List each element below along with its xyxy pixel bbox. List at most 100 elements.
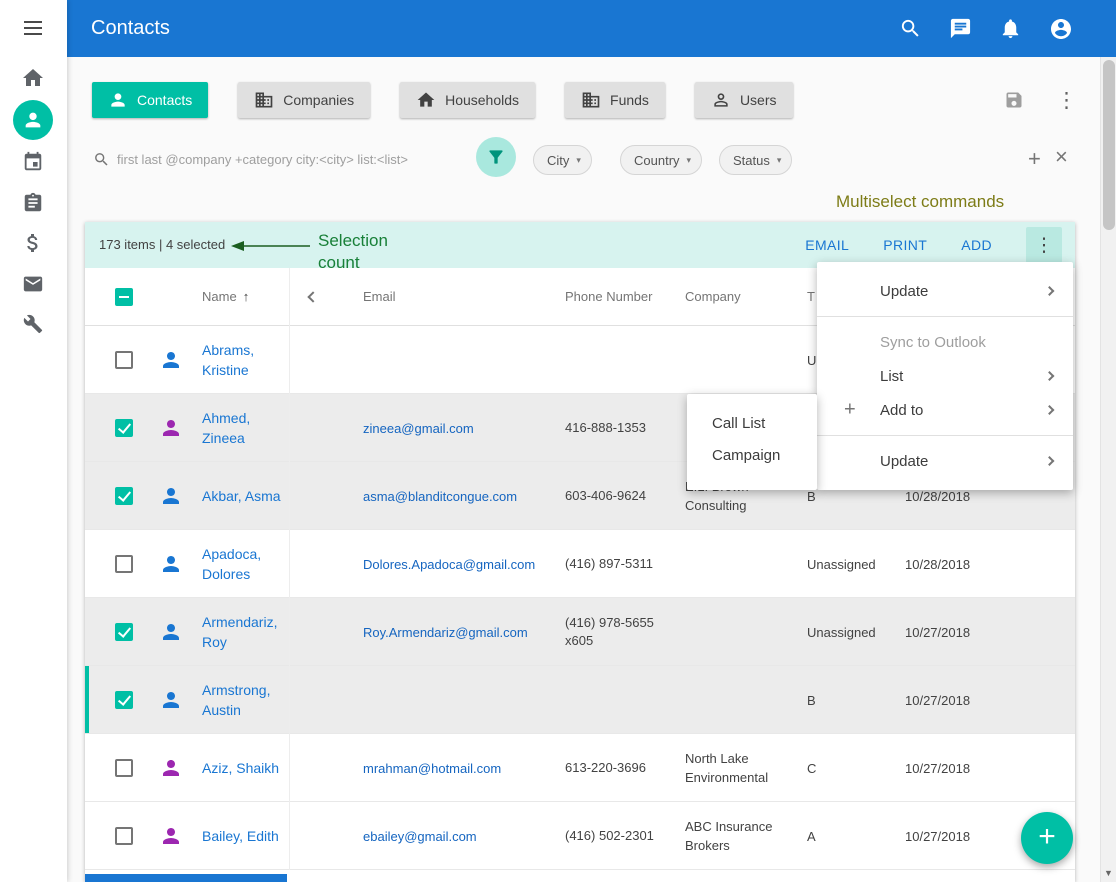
add-to-submenu: Call List Campaign <box>687 394 817 490</box>
contact-category: B <box>807 666 902 734</box>
topbar: Contacts <box>67 0 1116 57</box>
email-button[interactable]: EMAIL <box>805 237 849 253</box>
table-row[interactable]: Apadoca,Dolores Dolores.Apadoca@gmail.co… <box>85 530 1075 598</box>
chevron-right-icon <box>1045 371 1055 381</box>
contact-email: asma@blanditcongue.com <box>363 462 558 530</box>
collapse-columns-icon[interactable] <box>307 291 318 302</box>
row-checkbox[interactable] <box>115 351 133 369</box>
annotation-multiselect-commands: Multiselect commands <box>836 192 1004 212</box>
contact-company: North LakeEnvironmental <box>685 734 797 802</box>
tab-funds[interactable]: Funds <box>565 82 665 118</box>
row-checkbox[interactable] <box>115 759 133 777</box>
contact-date: 10/27/2018 <box>905 802 1005 870</box>
contact-name-link[interactable]: Ahmed,Zineea <box>202 394 297 462</box>
money-icon[interactable] <box>21 231 45 255</box>
calendar-icon[interactable] <box>22 151 44 173</box>
more-options-icon[interactable]: ⋮ <box>1056 90 1077 111</box>
contact-email: mrahman@hotmail.com <box>363 734 558 802</box>
menu-item-update[interactable]: Update <box>817 444 1073 478</box>
add-filter-icon[interactable]: + <box>1028 146 1041 172</box>
print-button[interactable]: PRINT <box>883 237 927 253</box>
menu-item-add-to[interactable]: +Add to <box>817 393 1073 427</box>
contact-category: A <box>807 802 902 870</box>
chat-icon[interactable] <box>949 17 972 40</box>
menu-divider <box>817 316 1073 317</box>
contact-name-link[interactable]: Bailey, Edith <box>202 802 297 870</box>
scroll-down-arrow[interactable]: ▼ <box>1101 866 1116 880</box>
contact-name-link[interactable]: Aziz, Shaikh <box>202 734 297 802</box>
home-icon[interactable] <box>21 66 45 90</box>
plus-icon: + <box>844 399 856 422</box>
contact-name-link[interactable]: Apadoca,Dolores <box>202 530 297 598</box>
menu-item-campaign[interactable]: Campaign <box>687 439 817 471</box>
tab-companies[interactable]: Companies <box>238 82 370 118</box>
save-icon[interactable] <box>1004 90 1024 110</box>
contact-email: Roy.Armendariz@gmail.com <box>363 598 558 666</box>
table-row[interactable]: Bailey, Edith ebailey@gmail.com (416) 50… <box>85 802 1075 870</box>
menu-divider <box>817 435 1073 436</box>
bank-icon <box>581 90 601 110</box>
tasks-icon[interactable] <box>22 192 44 214</box>
filter-chip-status[interactable]: Status ▾ <box>719 145 792 175</box>
contact-avatar-icon <box>159 824 183 848</box>
tools-icon[interactable] <box>23 314 43 334</box>
chevron-down-icon: ▾ <box>687 155 692 166</box>
plus-icon: + <box>1038 822 1056 852</box>
row-checkbox[interactable] <box>115 691 133 709</box>
menu-item-sync-to-outlook: Sync to Outlook <box>817 325 1073 359</box>
search-input[interactable] <box>117 147 462 171</box>
column-header-phone[interactable]: Phone Number <box>565 268 652 326</box>
menu-item-label: List <box>880 368 903 385</box>
contact-email <box>363 666 558 734</box>
contact-company <box>685 666 797 734</box>
row-checkbox[interactable] <box>115 419 133 437</box>
chevron-right-icon <box>1045 405 1055 415</box>
select-all-checkbox[interactable] <box>115 288 133 306</box>
account-icon[interactable] <box>1049 17 1073 41</box>
table-row[interactable]: Aziz, Shaikh mrahman@hotmail.com 613-220… <box>85 734 1075 802</box>
filter-chip-country[interactable]: Country ▾ <box>620 145 702 175</box>
row-checkbox[interactable] <box>115 487 133 505</box>
contact-avatar-icon <box>159 416 183 440</box>
add-button[interactable]: ADD <box>961 237 992 253</box>
contact-date: 10/28/2018 <box>905 530 1005 598</box>
menu-icon[interactable] <box>24 21 42 39</box>
sidebar-item-contacts-active[interactable] <box>13 100 53 140</box>
multiselect-menu: Update Sync to Outlook List +Add to Update <box>817 262 1073 490</box>
row-checkbox[interactable] <box>115 827 133 845</box>
tab-users[interactable]: Users <box>695 82 793 118</box>
column-header-name[interactable]: Name↑ <box>202 268 249 326</box>
add-contact-fab[interactable]: + <box>1021 812 1073 864</box>
mail-icon[interactable] <box>22 273 44 295</box>
menu-item-list[interactable]: List <box>817 359 1073 393</box>
tab-contacts[interactable]: Contacts <box>92 82 208 118</box>
table-row[interactable]: Armendariz,Roy Roy.Armendariz@gmail.com … <box>85 598 1075 666</box>
tab-households[interactable]: Households <box>400 82 535 118</box>
horizontal-scrollbar-thumb[interactable] <box>85 874 287 882</box>
filter-chip-city[interactable]: City ▾ <box>533 145 592 175</box>
row-checkbox[interactable] <box>115 623 133 641</box>
contact-name-link[interactable]: Abrams,Kristine <box>202 326 297 394</box>
contact-email <box>363 326 558 394</box>
notifications-icon[interactable] <box>999 17 1022 40</box>
contact-name-link[interactable]: Akbar, Asma <box>202 462 297 530</box>
clear-search-icon[interactable]: × <box>1055 144 1068 170</box>
scrollbar-thumb[interactable] <box>1103 60 1115 230</box>
column-header-email[interactable]: Email <box>363 268 396 326</box>
page-title: Contacts <box>91 0 170 57</box>
row-checkbox[interactable] <box>115 555 133 573</box>
search-icon[interactable] <box>899 17 922 40</box>
contact-name-link[interactable]: Armstrong,Austin <box>202 666 297 734</box>
filter-button[interactable] <box>476 137 516 177</box>
menu-item-label: Sync to Outlook <box>880 334 986 351</box>
contact-name-link[interactable]: Armendariz,Roy <box>202 598 297 666</box>
column-header-category[interactable]: T <box>807 268 815 326</box>
vertical-scrollbar[interactable]: ▼ <box>1100 57 1116 882</box>
contact-avatar-icon <box>159 484 183 508</box>
menu-item-update[interactable]: Update <box>817 274 1073 308</box>
person-icon <box>22 109 44 131</box>
multiselect-more-icon[interactable]: ⋮ <box>1026 227 1062 263</box>
table-row[interactable]: Armstrong,Austin B 10/27/2018 <box>85 666 1075 734</box>
menu-item-call-list[interactable]: Call List <box>687 407 817 439</box>
column-header-company[interactable]: Company <box>685 268 741 326</box>
